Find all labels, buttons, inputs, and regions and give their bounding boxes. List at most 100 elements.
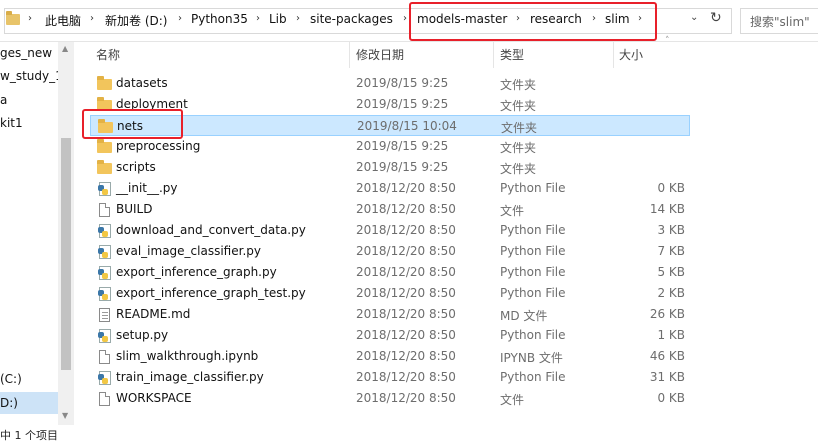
- file-name: export_inference_graph_test.py: [116, 286, 306, 300]
- file-type: Python File: [500, 244, 566, 258]
- folder-icon: [97, 139, 112, 153]
- breadcrumb-this-pc[interactable]: 此电脑: [45, 12, 81, 29]
- file-row[interactable]: export_inference_graph_test.py 2018/12/20…: [90, 283, 690, 304]
- file-row[interactable]: README.md 2018/12/20 8:50 MD 文件 26 KB: [90, 304, 690, 325]
- file-type: IPYNB 文件: [500, 351, 563, 365]
- file-type: MD 文件: [500, 309, 548, 323]
- file-date: 2018/12/20 8:50: [356, 265, 456, 279]
- file-date: 2018/12/20 8:50: [356, 244, 456, 258]
- python-file-icon: [98, 182, 111, 196]
- nav-item[interactable]: ges_new: [0, 46, 52, 60]
- chevron-right-icon[interactable]: ›: [256, 13, 260, 24]
- file-date: 2018/12/20 8:50: [356, 286, 456, 300]
- file-name: BUILD: [116, 202, 153, 216]
- file-name: scripts: [116, 160, 156, 174]
- file-date: 2018/12/20 8:50: [356, 328, 456, 342]
- file-date: 2018/12/20 8:50: [356, 223, 456, 237]
- file-row[interactable]: train_image_classifier.py 2018/12/20 8:50…: [90, 367, 690, 388]
- file-type: 文件: [500, 393, 525, 407]
- column-divider[interactable]: [613, 42, 614, 68]
- file-size: 2 KB: [657, 286, 685, 300]
- nav-item[interactable]: w_study_1: [0, 69, 63, 83]
- chevron-right-icon[interactable]: ›: [90, 13, 94, 24]
- breadcrumb-site-packages[interactable]: site-packages: [310, 12, 393, 26]
- breadcrumb-lib[interactable]: Lib: [269, 12, 287, 26]
- file-date: 2019/8/15 9:25: [356, 139, 449, 153]
- file-type: 文件夹: [500, 99, 537, 113]
- scroll-up-icon[interactable]: ▲: [62, 44, 68, 53]
- file-icon: [99, 392, 110, 406]
- file-name: setup.py: [116, 328, 169, 342]
- file-type: Python File: [500, 223, 566, 237]
- highlight-annotation: [409, 2, 657, 41]
- file-row[interactable]: download_and_convert_data.py 2018/12/20 8…: [90, 220, 690, 241]
- file-name: export_inference_graph.py: [116, 265, 277, 279]
- file-date: 2018/12/20 8:50: [356, 307, 456, 321]
- column-header-name[interactable]: 名称: [96, 46, 120, 63]
- file-type: 文件: [500, 204, 525, 218]
- breadcrumb-drive-d[interactable]: 新加卷 (D:): [105, 12, 167, 29]
- file-name: preprocessing: [116, 139, 201, 153]
- file-row[interactable]: preprocessing 2019/8/15 9:25 文件夹: [90, 136, 690, 157]
- file-type: 文件夹: [500, 162, 537, 176]
- column-divider[interactable]: [349, 42, 350, 68]
- python-file-icon: [98, 266, 111, 280]
- breadcrumb-python35[interactable]: Python35: [191, 12, 248, 26]
- python-file-icon: [98, 245, 111, 259]
- scroll-down-icon[interactable]: ▼: [62, 411, 68, 420]
- file-name: WORKSPACE: [116, 391, 192, 405]
- file-icon: [99, 350, 110, 364]
- python-file-icon: [98, 371, 111, 385]
- refresh-icon[interactable]: ↻: [710, 10, 722, 26]
- file-row[interactable]: scripts 2019/8/15 9:25 文件夹: [90, 157, 690, 178]
- file-row[interactable]: setup.py 2018/12/20 8:50 Python File 1 KB: [90, 325, 690, 346]
- file-icon: [99, 203, 110, 217]
- file-row[interactable]: __init__.py 2018/12/20 8:50 Python File 0 K…: [90, 178, 690, 199]
- file-type: Python File: [500, 370, 566, 384]
- column-header-type[interactable]: 类型: [500, 46, 524, 63]
- text-file-icon: [99, 308, 110, 322]
- file-date: 2018/12/20 8:50: [356, 349, 456, 363]
- folder-icon: [97, 76, 112, 90]
- nav-item-drive-d[interactable]: D:): [0, 396, 18, 410]
- file-row[interactable]: export_inference_graph.py 2018/12/20 8:50…: [90, 262, 690, 283]
- file-date: 2019/8/15 9:25: [356, 97, 449, 111]
- file-size: 46 KB: [649, 349, 685, 363]
- column-header-size[interactable]: 大小: [619, 46, 643, 63]
- file-name: README.md: [116, 307, 191, 321]
- file-name: __init__.py: [116, 181, 178, 195]
- chevron-right-icon[interactable]: ›: [178, 13, 182, 24]
- file-type: Python File: [500, 328, 566, 342]
- file-row[interactable]: eval_image_classifier.py 2018/12/20 8:50 P…: [90, 241, 690, 262]
- file-type: Python File: [500, 265, 566, 279]
- python-file-icon: [98, 287, 111, 301]
- file-name: eval_image_classifier.py: [116, 244, 261, 258]
- folder-icon: [97, 160, 112, 174]
- chevron-right-icon[interactable]: ›: [296, 13, 300, 24]
- file-row[interactable]: BUILD 2018/12/20 8:50 文件 14 KB: [90, 199, 690, 220]
- file-name: train_image_classifier.py: [116, 370, 264, 384]
- scrollbar-thumb[interactable]: [61, 138, 71, 370]
- column-header-date[interactable]: 修改日期: [356, 46, 404, 63]
- file-type: Python File: [500, 286, 566, 300]
- sort-indicator-icon: ˄: [665, 36, 670, 46]
- file-size: 7 KB: [657, 244, 685, 258]
- chevron-down-icon[interactable]: ⌄: [690, 12, 698, 23]
- chevron-right-icon[interactable]: ›: [28, 13, 32, 24]
- file-row[interactable]: slim_walkthrough.ipynb 2018/12/20 8:50 IPY…: [90, 346, 690, 367]
- python-file-icon: [98, 329, 111, 343]
- nav-item-drive-c[interactable]: (C:): [0, 372, 22, 386]
- file-row[interactable]: WORKSPACE 2018/12/20 8:50 文件 0 KB: [90, 388, 690, 409]
- file-date: 2019/8/15 10:04: [357, 119, 457, 133]
- search-placeholder: 搜索"slim": [750, 15, 810, 29]
- file-date: 2018/12/20 8:50: [356, 391, 456, 405]
- file-name: slim_walkthrough.ipynb: [116, 349, 259, 363]
- file-row[interactable]: datasets 2019/8/15 9:25 文件夹: [90, 73, 690, 94]
- file-name: download_and_convert_data.py: [116, 223, 306, 237]
- file-size: 1 KB: [657, 328, 685, 342]
- column-divider[interactable]: [493, 42, 494, 68]
- nav-item[interactable]: a: [0, 93, 7, 107]
- status-bar: [0, 425, 818, 440]
- chevron-right-icon[interactable]: ›: [403, 13, 407, 24]
- nav-item[interactable]: kit1: [0, 116, 23, 130]
